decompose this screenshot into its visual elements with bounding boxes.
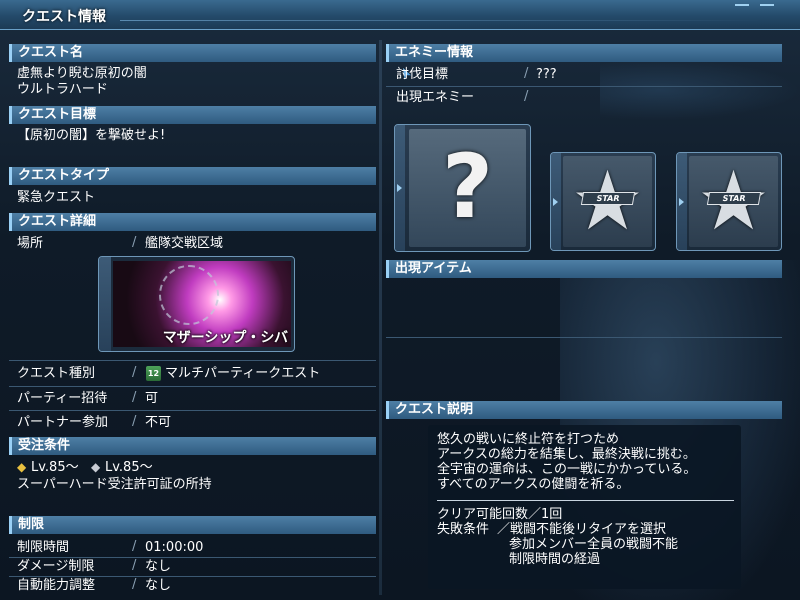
section-requirements: 受注条件 — [9, 437, 376, 455]
separator: / — [132, 539, 137, 554]
card-inner: ★ STAR — [563, 156, 652, 248]
party-invite-label: パーティー招待 — [17, 391, 108, 406]
window-titlebar: クエスト情報 — [0, 0, 800, 30]
row-divider — [9, 576, 376, 577]
section-limits: 制限 — [9, 516, 376, 534]
star-badge: STAR — [580, 192, 635, 205]
star-badge: STAR — [706, 192, 761, 205]
image-tab — [99, 257, 111, 351]
window-title: クエスト情報 — [22, 9, 106, 25]
section-enemy-info: エネミー情報 — [386, 44, 782, 62]
row-divider — [9, 557, 376, 558]
fail-label: 失敗条件 — [437, 522, 490, 537]
main-class-icon: ◆ — [17, 460, 27, 474]
quest-name-line2: ウルトラハード — [17, 82, 108, 97]
license-req: スーパーハード受注許可証の所持 — [17, 477, 212, 492]
quest-goal-text: 【原初の闇】を撃破せよ! — [17, 128, 166, 143]
card-tab — [677, 153, 687, 250]
location-value: 艦隊交戦区域 — [145, 236, 224, 251]
quest-area-image: マザーシップ・シバ — [98, 256, 295, 352]
separator: / — [132, 414, 137, 429]
enemy-card-star-1[interactable]: ★ STAR — [550, 152, 656, 251]
quest-kind-label: クエスト種別 — [17, 366, 96, 381]
sub-class-icon: ◆ — [91, 460, 101, 474]
section-items: 出現アイテム — [386, 260, 782, 278]
quest-kind-value: マルチパーティークエスト — [165, 366, 321, 381]
separator: / — [524, 66, 529, 81]
description-separator — [437, 500, 734, 501]
separator: / — [132, 365, 137, 380]
titlebar-tick — [760, 4, 774, 6]
description-line: 悠久の戦いに終止符を打つため — [437, 432, 620, 447]
card-arrow-icon — [553, 197, 558, 206]
card-inner: ? — [409, 129, 526, 247]
row-divider — [386, 86, 782, 87]
row-divider — [9, 360, 376, 361]
titlebar-tick — [735, 4, 749, 6]
target-label: 討伐目標 — [396, 67, 449, 82]
damage-limit-value: なし — [145, 559, 172, 574]
description-line: 全宇宙の運命は、この一戦にかかっている。 — [437, 462, 697, 477]
sub-level-req: Lv.85〜 — [105, 460, 153, 475]
background-glow — [600, 60, 800, 120]
main-level-req: Lv.85〜 — [31, 460, 79, 475]
boss-ring-graphic — [159, 265, 219, 325]
party-invite-value: 可 — [145, 391, 159, 406]
quest-area-caption: マザーシップ・シバ — [162, 330, 288, 346]
target-value: ??? — [536, 67, 557, 82]
section-quest-goal: クエスト目標 — [9, 106, 376, 124]
card-arrow-icon — [397, 184, 402, 192]
separator: / — [132, 390, 137, 405]
section-quest-name: クエスト名 — [9, 44, 376, 62]
description-line: すべてのアークスの健闘を祈る。 — [437, 477, 630, 492]
description-line: アークスの総力を結集し、最終決戦に挑む。 — [437, 447, 696, 462]
multi-party-icon: 12 — [146, 366, 161, 381]
separator: / — [524, 89, 529, 104]
section-quest-type: クエストタイプ — [9, 167, 376, 185]
row-divider — [9, 386, 376, 387]
row-divider — [9, 410, 376, 411]
location-label: 場所 — [17, 236, 44, 251]
card-inner: ★ STAR — [689, 156, 778, 248]
quest-type-text: 緊急クエスト — [17, 190, 96, 205]
separator: / — [132, 235, 137, 250]
clear-count: クリア可能回数／1回 — [437, 507, 563, 522]
row-divider — [386, 337, 782, 338]
section-quest-detail: クエスト詳細 — [9, 213, 376, 231]
card-tab — [551, 153, 561, 250]
separator: / — [132, 577, 137, 592]
time-limit-label: 制限時間 — [17, 540, 70, 555]
card-arrow-icon — [679, 197, 684, 206]
section-description: クエスト説明 — [386, 401, 782, 419]
question-mark-icon: ? — [441, 135, 494, 238]
appear-enemy-label: 出現エネミー — [396, 90, 475, 105]
auto-adjust-value: なし — [145, 578, 172, 593]
quest-name-line1: 虚無より睨む原初の闇 — [17, 66, 147, 81]
separator: / — [132, 558, 137, 573]
enemy-card-unknown[interactable]: ? — [394, 124, 531, 252]
time-limit-value: 01:00:00 — [145, 540, 204, 555]
enemy-card-star-2[interactable]: ★ STAR — [676, 152, 782, 251]
partner-label: パートナー参加 — [17, 415, 109, 430]
fail-condition: 参加メンバー全員の戦闘不能 — [509, 537, 679, 552]
fail-condition: ／戦闘不能後リタイアを選択 — [497, 522, 667, 537]
damage-limit-label: ダメージ制限 — [17, 559, 95, 574]
partner-value: 不可 — [145, 415, 172, 430]
column-divider — [379, 40, 382, 595]
fail-condition: 制限時間の経過 — [509, 552, 601, 567]
titlebar-decoration — [120, 20, 760, 21]
card-tab — [395, 125, 405, 251]
auto-adjust-label: 自動能力調整 — [17, 578, 96, 593]
